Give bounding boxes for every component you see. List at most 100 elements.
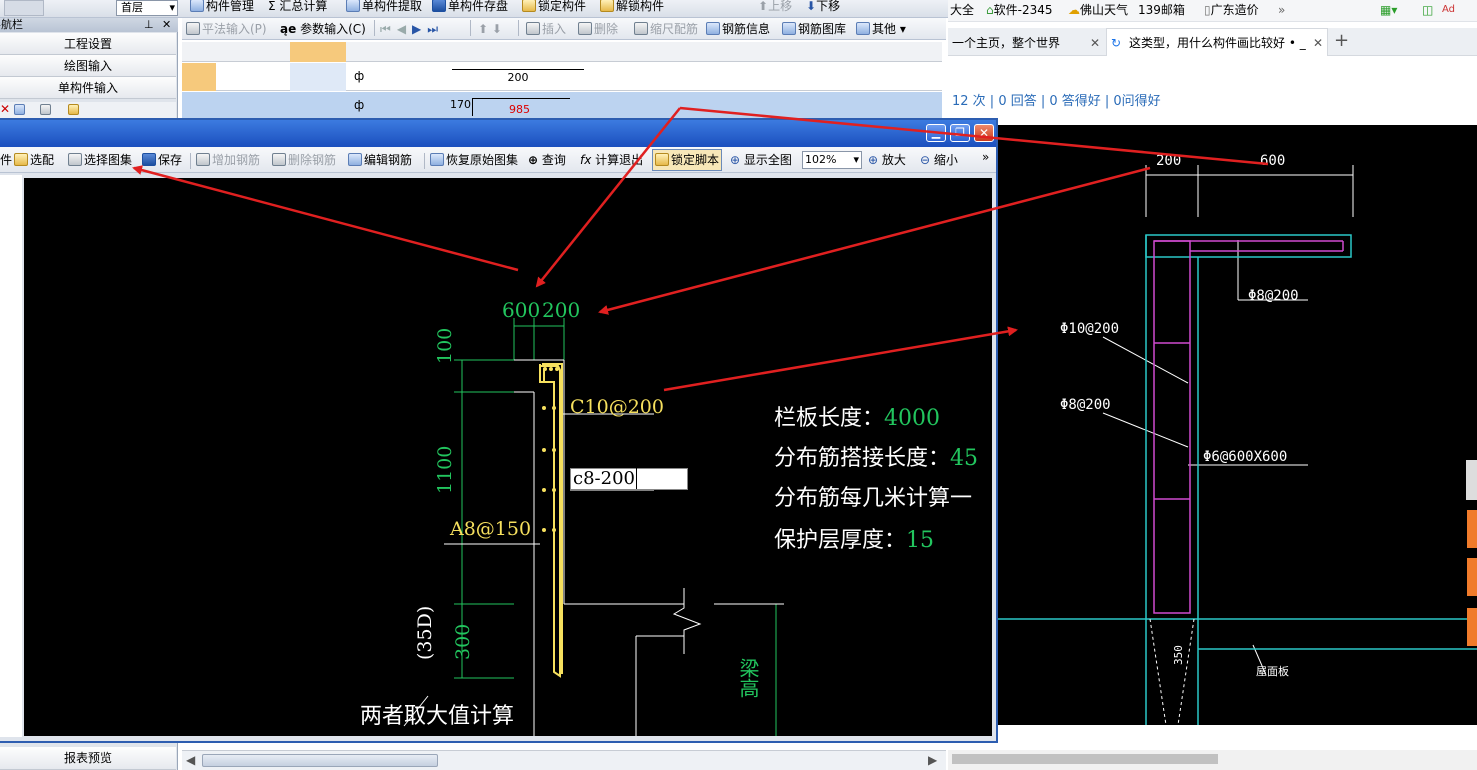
close-window-button[interactable]: ✕	[974, 124, 994, 142]
scroll-thumb[interactable]	[202, 754, 438, 767]
page-icon: ▯	[1204, 3, 1211, 17]
layer-select-value: 首层	[121, 1, 143, 14]
book-icon[interactable]: ◫	[1422, 0, 1433, 20]
edit-rebar-button[interactable]: 编辑钢筋	[348, 150, 412, 170]
nav-item-draw-input[interactable]: 绘图输入	[0, 55, 176, 77]
nav-item-project-settings[interactable]: 工程设置	[0, 33, 176, 55]
sigma-icon: Σ	[268, 0, 276, 13]
side-widget[interactable]	[1466, 460, 1477, 500]
param-row[interactable]: 分布筋每几米计算一	[774, 480, 972, 512]
plan-input-button[interactable]: 平法输入(P)	[186, 19, 267, 39]
toolbar-overflow-icon[interactable]: »	[982, 147, 989, 167]
browser-scrollbar[interactable]	[948, 750, 1477, 770]
insert-icon	[526, 22, 540, 35]
zoom-select[interactable]: 102% ▾	[802, 151, 862, 169]
prev-icon: ◀	[396, 22, 413, 36]
ref-label-5: 350	[1172, 645, 1185, 665]
param-row[interactable]: 保护层厚度：15	[774, 522, 934, 554]
restore-icon	[430, 153, 444, 166]
bookmark-item[interactable]: 大全	[950, 0, 974, 20]
summary-calc-button[interactable]: Σ 汇总计算	[268, 0, 327, 16]
close-tab-icon: ✕	[1090, 36, 1101, 50]
grid-toolbar: 平法输入(P) ąe 参数输入(C) ⏮◀▶⏭ ⬆ ⬇ 插入 删除 缩尺配筋 钢…	[182, 18, 946, 40]
editor-left-panel	[0, 175, 22, 737]
table-row[interactable]: ф 200	[182, 63, 942, 91]
table-row[interactable]: ф 170 985	[182, 92, 942, 118]
extract-component-button[interactable]: 单构件提取	[346, 0, 422, 16]
param-input-button[interactable]: ąe 参数输入(C)	[280, 19, 366, 39]
lock-icon	[522, 0, 536, 12]
scale-rebar-button[interactable]: 缩尺配筋	[634, 19, 698, 39]
component-button[interactable]: 件	[0, 150, 12, 170]
arrow-down-icon: ⬇	[806, 0, 817, 13]
bookmark-item[interactable]: ⌂软件-2345	[986, 0, 1053, 20]
save-component-button[interactable]: 单构件存盘	[432, 0, 508, 16]
rebar-edit-input[interactable]: c8-200	[570, 468, 688, 490]
move-up-button[interactable]: ⬆上移	[758, 0, 792, 16]
record-nav-buttons[interactable]: ⏮◀▶⏭	[380, 19, 444, 39]
show-all-button[interactable]: ⊕ 显示全图	[730, 150, 792, 170]
adblock-icon[interactable]: Ad	[1442, 0, 1455, 20]
lock-script-button[interactable]: 锁定脚本	[652, 149, 723, 171]
undo-redo-group[interactable]	[4, 0, 44, 16]
add-rebar-icon	[196, 153, 210, 166]
add-rebar-button[interactable]: 增加钢筋	[196, 150, 260, 170]
pin-icon[interactable]: ⊥	[144, 18, 154, 32]
zoom-in-button[interactable]: ⊕ 放大	[868, 150, 906, 170]
nav-mini-toolbar: ✕	[0, 102, 176, 118]
maximize-button[interactable]: ❐	[950, 124, 970, 142]
new-tab-icon[interactable]: +	[1334, 30, 1349, 51]
bookmark-item[interactable]: 139邮箱	[1138, 0, 1185, 20]
row-up-icon[interactable]: ⬆ ⬇	[478, 19, 502, 39]
arrow-up-icon: ⬆	[758, 0, 769, 13]
zoom-out-button[interactable]: ⊖ 缩小	[920, 150, 958, 170]
apps-icon[interactable]: ▦▾	[1380, 0, 1397, 20]
tab-home[interactable]: 一个主页，整个世界 ✕	[952, 30, 1104, 56]
layer-select[interactable]: 首层 ▾	[116, 0, 178, 16]
side-widget[interactable]	[1467, 558, 1477, 596]
grid-header-selected	[290, 42, 346, 62]
query-button[interactable]: ⊕ 查询	[528, 150, 566, 170]
delete-icon[interactable]: ✕	[0, 102, 10, 116]
save-button[interactable]: 保存	[142, 150, 182, 170]
rebar-library-button[interactable]: 钢筋图库	[782, 19, 846, 39]
browser-scroll-thumb[interactable]	[952, 754, 1218, 764]
label-a8-150[interactable]: A8@150	[450, 518, 531, 540]
select-atlas-button[interactable]: 选择图集	[68, 150, 132, 170]
delete-rebar-button[interactable]: 删除钢筋	[272, 150, 336, 170]
horizontal-scrollbar[interactable]: ◀ ▶	[182, 750, 946, 770]
dim-300-label: 300	[452, 623, 474, 660]
param-row[interactable]: 栏板长度：4000	[774, 400, 940, 432]
other-menu-button[interactable]: 其他 ▾	[856, 19, 906, 39]
restore-atlas-button[interactable]: 恢复原始图集	[430, 150, 518, 170]
insert-button[interactable]: 插入	[526, 19, 566, 39]
ref-label-4: Φ6@600X600	[1203, 449, 1287, 465]
bookmark-item[interactable]: ▯广东造价	[1204, 0, 1259, 20]
param-row[interactable]: 分布筋搭接长度：45	[774, 440, 978, 472]
copy-icon[interactable]	[14, 104, 25, 115]
plan-input-icon	[186, 22, 200, 35]
side-widget[interactable]	[1467, 510, 1477, 548]
component-manage-button[interactable]: 构件管理	[190, 0, 254, 16]
unlock-component-button[interactable]: 解锁构件	[600, 0, 664, 16]
minimize-button[interactable]: ▁	[926, 124, 946, 142]
nav-item-report-preview[interactable]: 报表预览	[0, 747, 176, 770]
move-down-button[interactable]: ⬇下移	[806, 0, 840, 16]
tab-active[interactable]: ↻ 这类型，用什么构件画比较好 • _ ✕	[1106, 28, 1328, 56]
label-c10-200[interactable]: C10@200	[570, 396, 664, 418]
paste-icon[interactable]	[40, 104, 51, 115]
label-beam-height: 梁高	[736, 658, 760, 698]
calc-exit-button[interactable]: fx 计算退出	[580, 150, 643, 170]
bookmark-item[interactable]: ☁佛山天气	[1068, 0, 1128, 20]
more-bookmarks-icon[interactable]: »	[1278, 0, 1285, 20]
rebar-info-button[interactable]: 钢筋信息	[706, 19, 770, 39]
nav-item-single-input[interactable]: 单构件输入	[0, 77, 176, 99]
select-config-button[interactable]: 选配	[14, 150, 54, 170]
folder-icon[interactable]	[68, 104, 79, 115]
close-icon[interactable]: ✕	[162, 18, 171, 32]
cad-canvas[interactable]: 600 200 100 1100 300 (35D) C10@200 A8@15…	[24, 178, 992, 736]
lock-component-button[interactable]: 锁定构件	[522, 0, 586, 16]
side-widget[interactable]	[1467, 608, 1477, 646]
editor-toolbar: 件 选配 选择图集 保存 增加钢筋 删除钢筋 编辑钢筋 恢复原始图集 ⊕ 查询 …	[0, 147, 996, 173]
delete-row-button[interactable]: 删除	[578, 19, 618, 39]
